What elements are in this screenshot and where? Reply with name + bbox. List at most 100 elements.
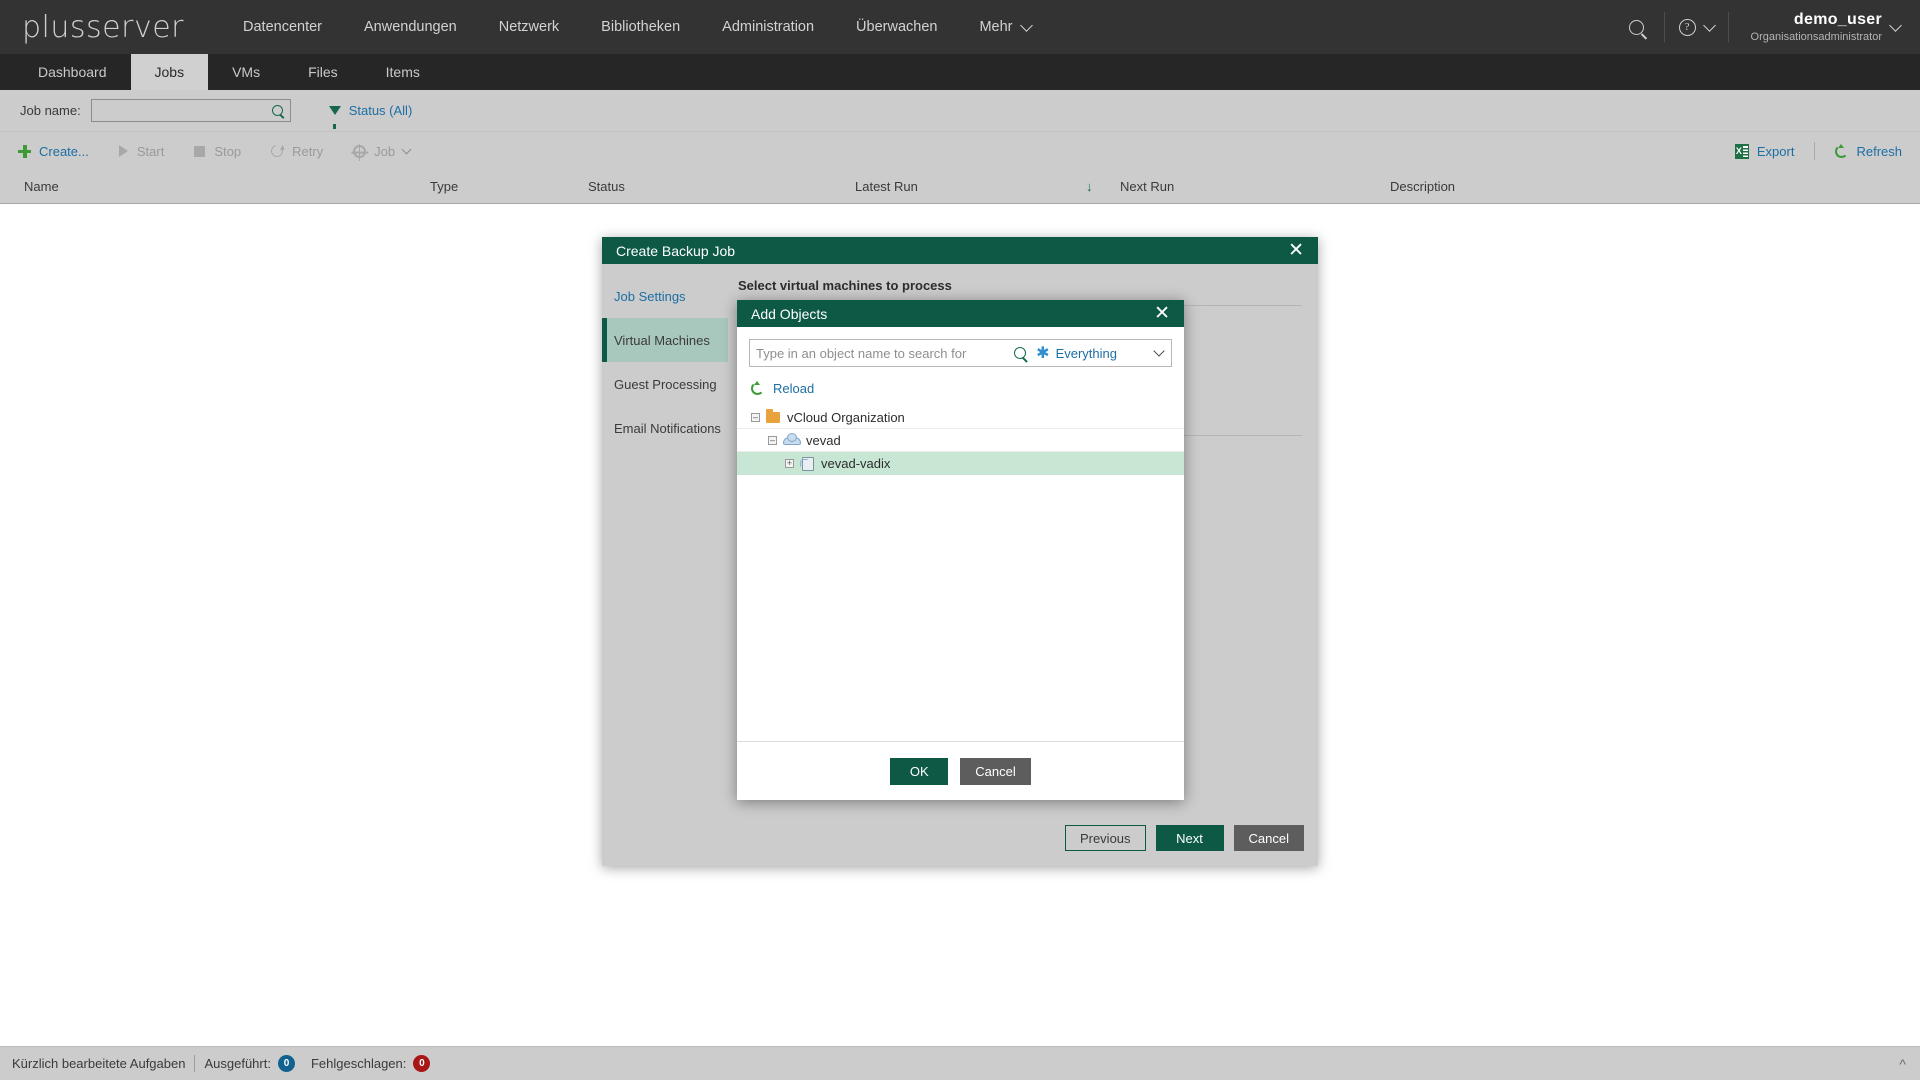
nav-item-administration[interactable]: Administration [701,0,835,54]
refresh-icon [1835,143,1849,158]
cancel-button[interactable]: Cancel [1233,825,1304,851]
retry-job-button[interactable]: Retry [268,142,324,160]
search-icon[interactable] [271,105,283,116]
collapse-statusbar-icon[interactable]: ^ [1899,1056,1906,1072]
refresh-label: Refresh [1856,143,1902,159]
failed-count-badge: 0 [413,1055,431,1072]
toolbar-right-actions: Export Refresh [1734,142,1902,160]
search-icon [1629,19,1645,35]
tree-item-label: vevad-vadix [821,455,891,471]
job-menu-button[interactable]: Job [353,144,412,161]
collapse-expander-icon[interactable]: – [751,412,760,422]
start-label: Start [136,143,165,159]
status-filter-button[interactable]: Status (All) [328,103,412,129]
column-header-name[interactable]: Name [24,179,59,194]
wizard-steps-sidebar: Job Settings Virtual Machines Guest Proc… [602,264,737,810]
cloud-icon [783,432,801,445]
divider [194,1055,196,1072]
close-icon[interactable]: ✕ [1284,241,1308,260]
tab-items[interactable]: Items [362,54,444,90]
help-menu-button[interactable]: ? [1665,18,1728,36]
ok-button[interactable]: OK [890,757,949,785]
wizard-title-bar: Create Backup Job ✕ [602,237,1318,264]
search-icon[interactable] [1014,347,1027,359]
column-header-description[interactable]: Description [1390,179,1455,194]
job-name-search-box[interactable] [90,99,291,122]
primary-nav-items: Datencenter Anwendungen Netzwerk Bibliot… [222,0,1052,54]
object-search-box[interactable]: ✱ Everything [749,339,1172,367]
plusserver-logo[interactable]: plusserver [0,10,222,45]
column-header-type[interactable]: Type [430,179,458,194]
filter-bar: Job name: Status (All) [0,90,1920,132]
object-search-input[interactable] [756,345,1011,361]
question-mark-icon: ? [1678,18,1696,36]
wizard-step-email-notifications[interactable]: Email Notifications [602,406,728,450]
create-job-button[interactable]: Create... [18,144,89,159]
nav-item-uberwachen[interactable]: Überwachen [835,0,958,54]
play-icon [118,145,128,157]
nav-item-mehr[interactable]: Mehr [958,0,1051,54]
tree-item-vcloud-organization[interactable]: – vCloud Organization [737,406,1184,429]
expand-expander-icon[interactable]: + [785,458,794,468]
close-icon[interactable]: ✕ [1150,304,1174,323]
filter-funnel-icon [328,106,341,129]
add-objects-title: Add Objects [751,305,828,322]
top-navigation-bar: plusserver Datencenter Anwendungen Netzw… [0,0,1920,54]
jobs-toolbar: Create... Start Stop Retry Job Export Re… [0,132,1920,170]
executed-count-badge: 0 [277,1055,295,1072]
wizard-step-guest-processing[interactable]: Guest Processing [602,362,728,406]
folder-icon [766,408,780,423]
nav-item-netzwerk[interactable]: Netzwerk [478,0,580,54]
column-header-latest-run[interactable]: Latest Run [855,179,918,194]
user-name: demo_user [1793,11,1882,28]
nav-item-bibliotheken[interactable]: Bibliotheken [580,0,701,54]
start-job-button[interactable]: Start [118,143,165,159]
reload-icon [751,381,764,395]
chevron-down-icon[interactable] [1153,345,1165,357]
user-menu-button[interactable]: demo_user Organisationsadministrator [1729,11,1920,43]
wizard-step-virtual-machines[interactable]: Virtual Machines [602,318,737,362]
reload-button[interactable]: Reload [737,377,1184,406]
wizard-footer: Previous Next Cancel [602,810,1318,866]
executed-label: Ausgeführt: [204,1056,271,1071]
search-scope-label[interactable]: Everything [1056,346,1117,361]
section-tabs: Dashboard Jobs VMs Files Items [0,54,1920,90]
vapp-icon [800,457,814,471]
tab-vms[interactable]: VMs [208,54,284,90]
next-button[interactable]: Next [1155,825,1224,851]
add-objects-title-bar: Add Objects ✕ [737,300,1184,327]
refresh-button[interactable]: Refresh [1835,143,1902,159]
wizard-step-job-settings[interactable]: Job Settings [602,274,728,318]
stop-job-button[interactable]: Stop [194,144,241,159]
cancel-button[interactable]: Cancel [960,757,1031,785]
nav-label: Administration [722,19,815,35]
nav-label: Überwachen [856,19,938,35]
nav-item-anwendungen[interactable]: Anwendungen [343,0,478,54]
collapse-expander-icon[interactable]: – [768,435,777,445]
global-search-button[interactable] [1610,0,1664,54]
divider [1814,142,1816,160]
status-bar: Kürzlich bearbeitete Aufgaben Ausgeführt… [0,1046,1920,1080]
tab-files[interactable]: Files [284,54,362,90]
previous-button[interactable]: Previous [1064,825,1146,851]
export-label: Export [1756,143,1795,159]
excel-icon [1734,143,1749,159]
nav-item-datencenter[interactable]: Datencenter [222,0,343,54]
column-header-next-run[interactable]: Next Run [1120,179,1174,194]
stop-label: Stop [214,143,242,159]
nav-label: Mehr [979,19,1013,35]
tab-jobs[interactable]: Jobs [130,54,209,90]
tree-item-vevad[interactable]: – vevad [737,429,1184,452]
job-name-input[interactable] [97,103,272,118]
add-objects-dialog: Add Objects ✕ ✱ Everything Reload – vClo… [737,300,1184,800]
job-name-label: Job name: [20,103,81,118]
wizard-title: Create Backup Job [616,242,736,259]
tab-dashboard[interactable]: Dashboard [14,54,131,90]
export-button[interactable]: Export [1734,143,1795,159]
column-header-status[interactable]: Status [588,179,625,194]
retry-label: Retry [292,143,324,159]
tree-item-vevad-vadix[interactable]: + vevad-vadix [737,452,1184,475]
plus-icon [18,144,31,158]
stop-icon [194,145,206,157]
retry-icon [268,142,286,160]
